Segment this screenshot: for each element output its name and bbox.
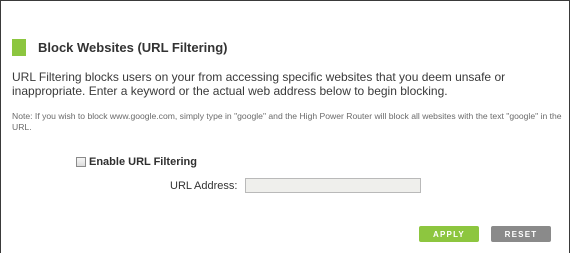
enable-url-filtering-checkbox[interactable] — [76, 157, 86, 167]
enable-url-filtering-label[interactable]: Enable URL Filtering — [89, 156, 197, 168]
section-note: Note: If you wish to block www.google.co… — [12, 111, 562, 132]
url-address-row: URL Address: — [170, 178, 422, 193]
section-header: Block Websites (URL Filtering) — [12, 37, 228, 57]
section-title: Block Websites (URL Filtering) — [38, 39, 228, 55]
url-address-label: URL Address: — [170, 179, 238, 192]
section-marker — [12, 38, 26, 56]
section-description: URL Filtering blocks users on your from … — [12, 70, 506, 98]
apply-button[interactable]: APPLY — [419, 226, 479, 242]
reset-button[interactable]: RESET — [491, 226, 551, 242]
enable-url-filtering-row: Enable URL Filtering — [76, 156, 197, 168]
url-address-input[interactable] — [245, 178, 422, 193]
